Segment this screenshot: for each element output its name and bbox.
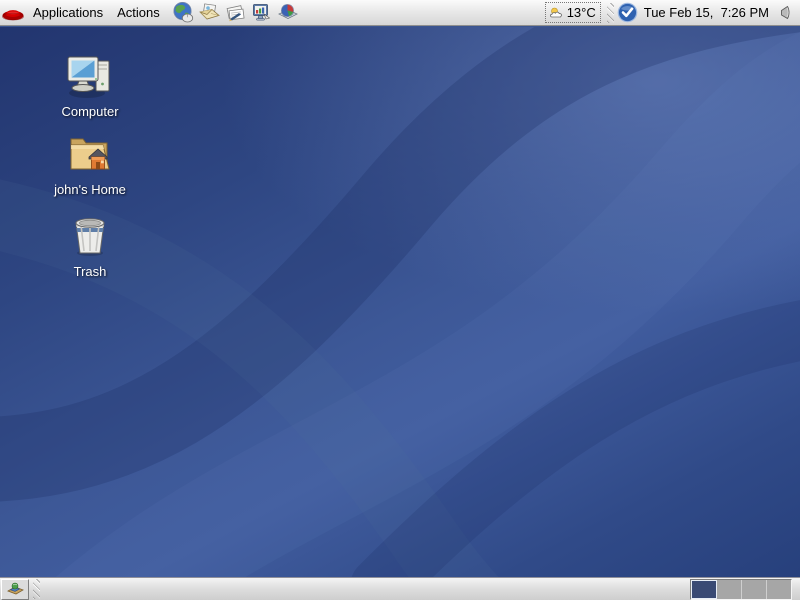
word-processor-launcher-icon[interactable] xyxy=(223,1,249,25)
home-folder-icon xyxy=(65,129,115,179)
presentation-launcher-icon[interactable] xyxy=(249,1,275,25)
desktop-icon-computer[interactable]: Computer xyxy=(46,51,134,119)
applet-drag-handle[interactable] xyxy=(607,3,614,23)
actions-menu[interactable]: Actions xyxy=(110,0,167,25)
desktop-icon-trash[interactable]: Trash xyxy=(46,211,134,279)
computer-icon xyxy=(65,51,115,101)
spreadsheet-launcher-icon[interactable] xyxy=(275,1,301,25)
workspace-4[interactable] xyxy=(767,580,791,599)
email-launcher-icon[interactable] xyxy=(197,1,223,25)
desktop-icon-label: Trash xyxy=(74,264,107,279)
weather-cloud-icon xyxy=(549,6,566,20)
top-panel: Applications Actions xyxy=(0,0,800,26)
desktop-icon-label: Computer xyxy=(61,104,118,119)
weather-temperature: 13°C xyxy=(567,5,596,20)
weather-applet[interactable]: 13°C xyxy=(545,2,601,23)
clock[interactable]: Tue Feb 15, 7:26 PM xyxy=(644,5,769,20)
desktop[interactable]: Computer john's Home xyxy=(0,27,800,577)
applications-menu[interactable]: Applications xyxy=(26,0,110,25)
workspace-3[interactable] xyxy=(742,580,767,599)
desktop-icon-home[interactable]: john's Home xyxy=(46,129,134,197)
volume-icon[interactable] xyxy=(775,4,792,21)
redhat-menu-icon[interactable] xyxy=(0,1,26,25)
bottom-panel xyxy=(0,577,800,600)
show-desktop-icon xyxy=(6,581,25,597)
workspace-switcher[interactable] xyxy=(690,579,792,600)
workspace-1[interactable] xyxy=(691,580,717,599)
desktop-icon-label: john's Home xyxy=(54,182,126,197)
update-notifier-icon[interactable] xyxy=(617,2,638,23)
workspace-2[interactable] xyxy=(717,580,742,599)
web-browser-launcher-icon[interactable] xyxy=(171,1,197,25)
trash-icon xyxy=(65,211,115,261)
show-desktop-button[interactable] xyxy=(1,579,29,600)
window-list-handle[interactable] xyxy=(33,579,40,599)
